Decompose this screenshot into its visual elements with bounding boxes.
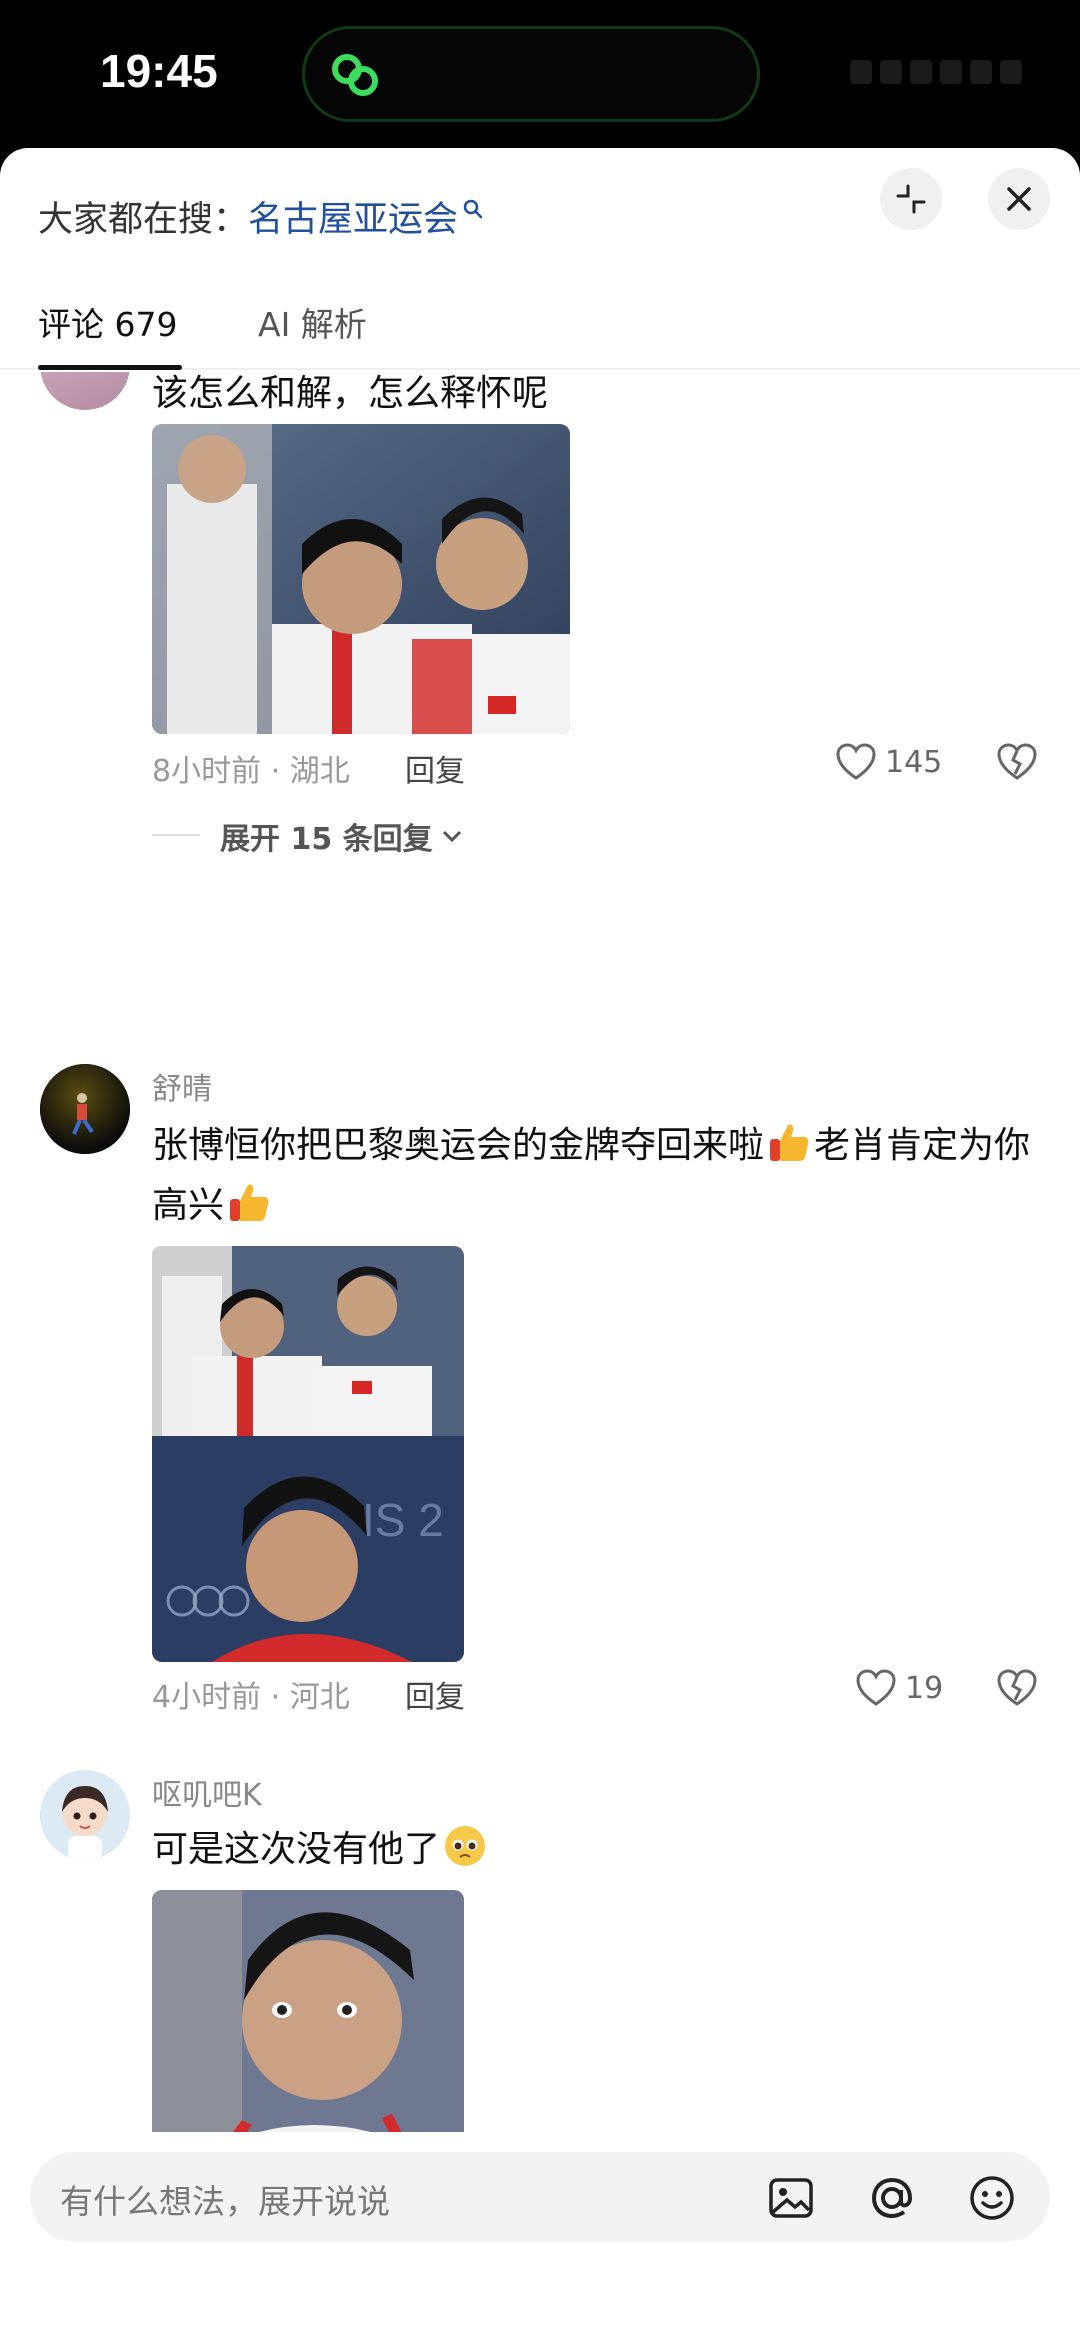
status-indicators — [850, 60, 1022, 84]
tab-comments[interactable]: 评论 679 — [38, 298, 177, 346]
comment-image[interactable]: IS 2 — [152, 1246, 464, 1662]
dislike-button[interactable] — [996, 742, 1038, 786]
avatar-cartoon-girl-image — [40, 1770, 130, 1860]
expand-replies-label: 展开 15 条回复 — [220, 822, 433, 857]
trending-search[interactable]: 大家都在搜： 名古屋亚运会 — [38, 186, 484, 246]
broken-heart-icon — [997, 743, 1037, 780]
comment-input-bar[interactable]: 有什么想法，展开说说 — [30, 2152, 1050, 2242]
avatar-figure-image — [40, 1064, 130, 1154]
comment-meta: 8小时前 · 湖北 — [152, 754, 350, 789]
reply-button[interactable]: 回复 — [405, 1672, 465, 1716]
comment-photo — [152, 424, 570, 734]
chevron-down-icon — [442, 830, 461, 843]
comment-image[interactable] — [152, 1890, 464, 2132]
broken-heart-icon — [997, 1669, 1037, 1706]
comment-text: 可是这次没有他了 — [152, 1820, 1032, 1880]
comment-sheet: 大家都在搜： 名古屋亚运会 评论 679 AI 解析 该怎么和解，怎么释怀呢 8… — [0, 148, 1080, 2341]
status-time: 19:45 — [100, 45, 218, 97]
like-button[interactable]: 19 — [855, 1668, 943, 1708]
image-icon[interactable] — [765, 2172, 817, 2224]
avatar[interactable] — [40, 1064, 130, 1154]
collapse-icon — [896, 184, 926, 214]
avatar[interactable] — [40, 372, 130, 410]
collapse-button[interactable] — [880, 168, 942, 230]
comment-input-placeholder[interactable]: 有什么想法，展开说说 — [60, 2175, 390, 2223]
comment-photo-collage: IS 2 — [152, 1246, 464, 1662]
trending-term-link[interactable]: 名古屋亚运会 — [248, 191, 458, 242]
like-button[interactable]: 145 — [835, 742, 942, 782]
comment-image[interactable] — [152, 424, 570, 734]
pleading-face-icon — [445, 1826, 486, 1866]
emoji-icon[interactable] — [966, 2172, 1018, 2224]
tab-ai-analysis[interactable]: AI 解析 — [258, 298, 367, 346]
mention-icon[interactable] — [866, 2172, 918, 2224]
thumbs-up-icon — [770, 1124, 809, 1161]
avatar[interactable] — [40, 1770, 130, 1860]
like-count: 19 — [905, 1670, 944, 1706]
reply-button[interactable]: 回复 — [405, 746, 465, 790]
trending-prefix: 大家都在搜： — [38, 199, 249, 240]
comment-text-part: 可是这次没有他了 — [152, 1829, 441, 1870]
search-icon — [463, 199, 483, 219]
tab-bar: 评论 679 AI 解析 — [0, 290, 1080, 370]
dynamic-island[interactable] — [302, 26, 760, 122]
comment-text: 该怎么和解，怎么释怀呢 — [152, 373, 549, 414]
dislike-button[interactable] — [996, 1668, 1038, 1712]
comment-meta: 4小时前 · 河北 — [152, 1680, 350, 1715]
status-bar: 19:45 — [0, 0, 1080, 150]
comment-list[interactable]: 该怎么和解，怎么释怀呢 8小时前 · 湖北 回复 145 展开 15 条回复 舒… — [0, 372, 1080, 2132]
comment-username[interactable]: 舒晴 — [152, 1064, 212, 1108]
thumbs-up-icon — [230, 1184, 269, 1221]
heart-icon — [856, 1669, 896, 1706]
close-button[interactable] — [988, 168, 1050, 230]
svg-text:IS 2: IS 2 — [362, 1494, 444, 1546]
like-count: 145 — [885, 744, 943, 780]
heart-icon — [836, 743, 876, 780]
comment-username[interactable]: 呕叽吧K — [152, 1770, 262, 1814]
close-icon — [1007, 187, 1031, 211]
comment-text: 张博恒你把巴黎奥运会的金牌夺回来啦 老肖肯定为你高兴 — [152, 1116, 1032, 1236]
expand-replies-button[interactable]: 展开 15 条回复 — [220, 814, 463, 858]
comment-text-part: 张博恒你把巴黎奥运会的金牌夺回来啦 — [152, 1125, 765, 1166]
comment-photo — [152, 1890, 464, 2132]
tab-indicator — [38, 365, 182, 370]
expand-divider — [152, 834, 200, 836]
link-rings-icon — [332, 54, 378, 96]
